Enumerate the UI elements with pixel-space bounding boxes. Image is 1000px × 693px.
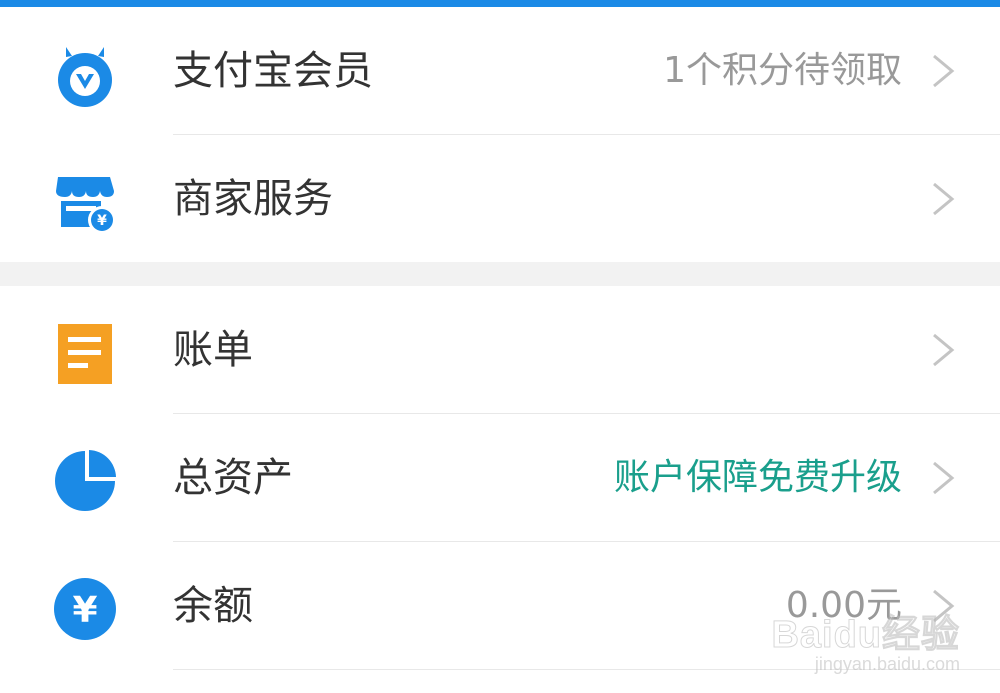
row-divider <box>173 669 1000 670</box>
chevron-right-icon <box>928 332 958 368</box>
svg-text:¥: ¥ <box>97 213 107 229</box>
menu-item-value: 1个积分待领取 <box>663 50 902 91</box>
menu-item-label: 总资产 <box>173 455 293 501</box>
menu-item-label: 余额 <box>173 583 253 629</box>
membership-badge-icon <box>52 41 118 107</box>
menu-item-value: 账户保障免费升级 <box>613 457 902 498</box>
chevron-right-icon <box>928 588 958 624</box>
menu-item-label: 账单 <box>173 327 253 373</box>
section-separator <box>0 262 1000 286</box>
menu-item-balance[interactable]: ¥ 余额 0.00元 <box>0 542 1000 670</box>
chevron-right-icon <box>928 53 958 89</box>
menu-item-label: 商家服务 <box>173 176 333 222</box>
menu-item-merchant-services[interactable]: ¥ 商家服务 <box>0 135 1000 263</box>
chevron-right-icon <box>928 460 958 496</box>
menu-item-label: 支付宝会员 <box>173 48 373 94</box>
menu-item-alipay-member[interactable]: 支付宝会员 1个积分待领取 <box>0 7 1000 135</box>
menu-item-value: 0.00元 <box>785 585 902 626</box>
top-app-bar <box>0 0 1000 7</box>
bill-document-icon <box>52 320 118 386</box>
yuan-coin-icon: ¥ <box>52 576 118 642</box>
svg-text:¥: ¥ <box>72 590 97 631</box>
menu-item-bill[interactable]: 账单 <box>0 286 1000 414</box>
pie-chart-icon <box>52 448 118 514</box>
menu-item-total-assets[interactable]: 总资产 账户保障免费升级 <box>0 414 1000 542</box>
chevron-right-icon <box>928 181 958 217</box>
merchant-store-icon: ¥ <box>52 169 118 235</box>
menu-group-finance: 账单 总资产 账户保障免费升级 ¥ 余额 0.00元 <box>0 286 1000 693</box>
menu-group-account: 支付宝会员 1个积分待领取 ¥ 商家服务 <box>0 7 1000 262</box>
